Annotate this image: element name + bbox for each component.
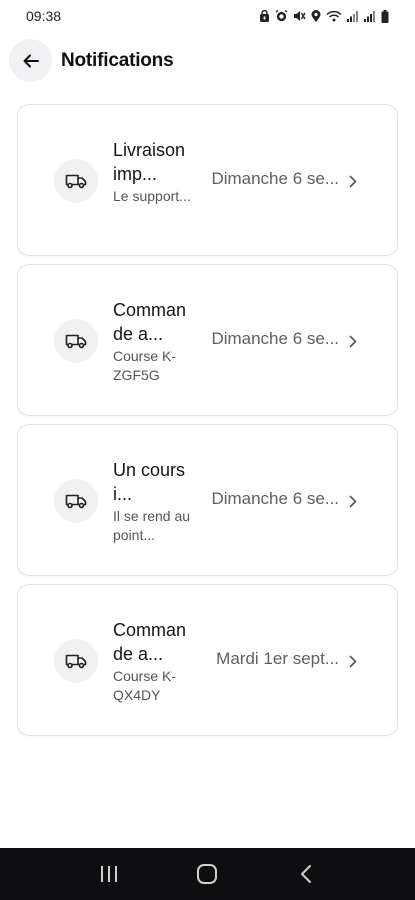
notification-card[interactable]: Livraison imp... Le support... Dimanche … (17, 104, 398, 256)
page-title: Notifications (61, 50, 174, 71)
notification-text: Commande a... Course K-ZGF5G (113, 298, 191, 385)
truck-icon-container (54, 319, 98, 363)
status-time: 09:38 (26, 8, 62, 24)
system-nav-bar (0, 848, 415, 900)
battery-icon (381, 9, 389, 23)
chevron-left-icon (300, 865, 311, 883)
notification-text: Commande a... Course K-QX4DY (113, 618, 191, 705)
system-back-button[interactable] (286, 854, 326, 894)
location-icon (311, 10, 321, 22)
truck-icon-container (54, 639, 98, 683)
notification-subtitle: Course K-ZGF5G (113, 348, 177, 383)
notification-list: Livraison imp... Le support... Dimanche … (17, 104, 398, 744)
notification-title: Commande a... (113, 300, 187, 344)
notification-date: Dimanche 6 se... (211, 489, 339, 508)
notification-date: Dimanche 6 se... (211, 169, 339, 188)
recent-apps-button[interactable] (89, 854, 129, 894)
status-icons (259, 9, 389, 23)
alarm-icon (275, 10, 288, 22)
notification-text: Livraison imp... Le support... (113, 138, 191, 206)
recent-apps-icon (101, 866, 118, 882)
truck-icon (65, 494, 87, 509)
chevron-right-icon (347, 492, 359, 510)
app-header: Notifications (0, 38, 415, 84)
home-button[interactable] (187, 854, 227, 894)
mute-icon (294, 11, 306, 21)
signal-2-icon (364, 11, 375, 22)
home-icon (197, 864, 218, 884)
chevron-right-icon (347, 332, 359, 350)
notification-card[interactable]: Un coursi... Il se rend au point... Dima… (17, 424, 398, 576)
truck-icon (65, 174, 87, 189)
truck-icon-container (54, 159, 98, 203)
notification-subtitle: Course K-QX4DY (113, 668, 177, 703)
back-button[interactable] (9, 39, 52, 82)
status-bar: 09:38 (0, 0, 415, 32)
notification-title: Un coursi... (113, 460, 186, 504)
notification-date: Mardi 1er sept... (216, 649, 339, 668)
notification-card[interactable]: Commande a... Course K-ZGF5G Dimanche 6 … (17, 264, 398, 416)
lock-notification-icon (260, 10, 269, 22)
notification-date: Dimanche 6 se... (211, 329, 339, 348)
arrow-left-icon (23, 54, 39, 67)
notification-title: Commande a... (113, 620, 187, 664)
chevron-right-icon (347, 652, 359, 670)
signal-icon (347, 11, 358, 22)
truck-icon (65, 334, 87, 349)
notification-subtitle: Le support... (113, 188, 191, 204)
notification-card[interactable]: Commande a... Course K-QX4DY Mardi 1er s… (17, 584, 398, 736)
notification-text: Un coursi... Il se rend au point... (113, 458, 191, 545)
truck-icon-container (54, 479, 98, 523)
truck-icon (65, 654, 87, 669)
chevron-right-icon (347, 172, 359, 190)
wifi-icon (326, 10, 342, 22)
notification-subtitle: Il se rend au point... (113, 508, 191, 543)
notification-title: Livraison imp... (113, 140, 186, 184)
